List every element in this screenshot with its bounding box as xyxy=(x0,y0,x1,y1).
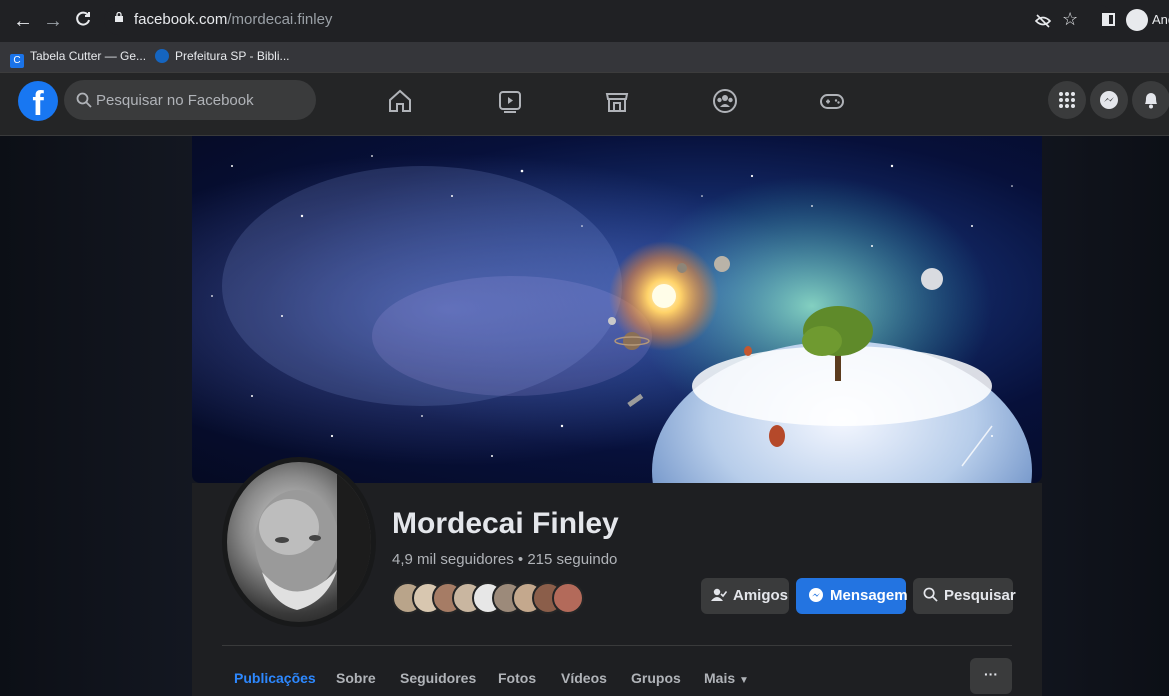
facebook-header: f Pesquisar no Facebook xyxy=(0,73,1169,136)
more-options-button[interactable]: ··· xyxy=(970,658,1012,694)
message-label: Mensagem xyxy=(830,587,908,604)
divider xyxy=(222,645,1012,646)
search-icon xyxy=(76,92,92,108)
tab-mais[interactable]: Mais ▼ xyxy=(704,670,749,686)
friends-button[interactable]: Amigos xyxy=(701,578,789,614)
watch-icon[interactable] xyxy=(496,87,524,115)
bookmark-cutter[interactable]: C Tabela Cutter — Ge... xyxy=(10,49,146,68)
messenger-icon[interactable] xyxy=(1090,81,1128,119)
gaming-icon[interactable] xyxy=(818,87,846,115)
cutter-favicon-icon: C xyxy=(10,54,24,68)
messenger-icon xyxy=(809,588,823,602)
space-cover-image xyxy=(192,136,1042,483)
browser-toolbar: ← → facebook.com/mordecai.finley ☆ And xyxy=(0,0,1169,42)
incognito-profile-icon[interactable] xyxy=(1126,9,1148,31)
groups-icon[interactable] xyxy=(711,87,739,115)
marketplace-icon[interactable] xyxy=(603,87,631,115)
home-icon[interactable] xyxy=(386,87,414,115)
follower-stats[interactable]: 4,9 mil seguidores • 215 seguindo xyxy=(392,551,617,568)
reading-list-icon[interactable] xyxy=(1102,13,1115,26)
star-icon[interactable]: ☆ xyxy=(1062,9,1078,30)
caret-down-icon: ▼ xyxy=(739,675,749,686)
eye-off-icon[interactable] xyxy=(1034,12,1052,35)
search-input[interactable]: Pesquisar no Facebook xyxy=(64,80,316,120)
url-text[interactable]: facebook.com/mordecai.finley xyxy=(134,11,332,28)
tab-fotos[interactable]: Fotos xyxy=(498,670,536,686)
tab-videos[interactable]: Vídeos xyxy=(561,670,607,686)
bookmark-prefeitura[interactable]: Prefeitura SP - Bibli... xyxy=(155,49,290,63)
forward-arrow-icon[interactable]: → xyxy=(42,10,64,32)
friends-label: Amigos xyxy=(733,587,789,604)
prefeitura-favicon-icon xyxy=(155,49,169,63)
profile-name: Mordecai Finley xyxy=(392,507,619,540)
tab-publicacoes[interactable]: Publicações xyxy=(234,670,316,686)
search-profile-button[interactable]: Pesquisar xyxy=(913,578,1016,614)
tab-mais-label: Mais xyxy=(704,670,736,686)
url-path: /mordecai.finley xyxy=(227,11,333,28)
bookmark-label: Prefeitura SP - Bibli... xyxy=(175,49,290,63)
tab-seguidores[interactable]: Seguidores xyxy=(400,670,476,686)
friend-avatar[interactable] xyxy=(552,582,584,614)
profile-label[interactable]: And xyxy=(1152,12,1169,27)
search-icon xyxy=(923,587,938,602)
facebook-logo-icon[interactable]: f xyxy=(18,81,58,121)
profile-avatar[interactable] xyxy=(222,457,376,627)
message-button[interactable]: Mensagem xyxy=(796,578,908,614)
reload-icon[interactable] xyxy=(72,10,94,32)
lock-icon xyxy=(115,12,123,22)
menu-grid-icon[interactable] xyxy=(1048,81,1086,119)
notifications-icon[interactable] xyxy=(1132,81,1169,119)
avatar-photo xyxy=(227,462,371,622)
tab-grupos[interactable]: Grupos xyxy=(631,670,681,686)
friend-check-icon xyxy=(711,588,728,601)
bookmarks-bar: C Tabela Cutter — Ge... Prefeitura SP - B… xyxy=(0,42,1169,73)
search-label: Pesquisar xyxy=(944,587,1016,604)
back-arrow-icon[interactable]: ← xyxy=(12,10,34,32)
search-placeholder: Pesquisar no Facebook xyxy=(96,92,254,109)
bookmark-label: Tabela Cutter — Ge... xyxy=(30,49,147,63)
url-host: facebook.com xyxy=(134,11,228,28)
tab-sobre[interactable]: Sobre xyxy=(336,670,376,686)
cover-photo[interactable] xyxy=(192,136,1042,483)
